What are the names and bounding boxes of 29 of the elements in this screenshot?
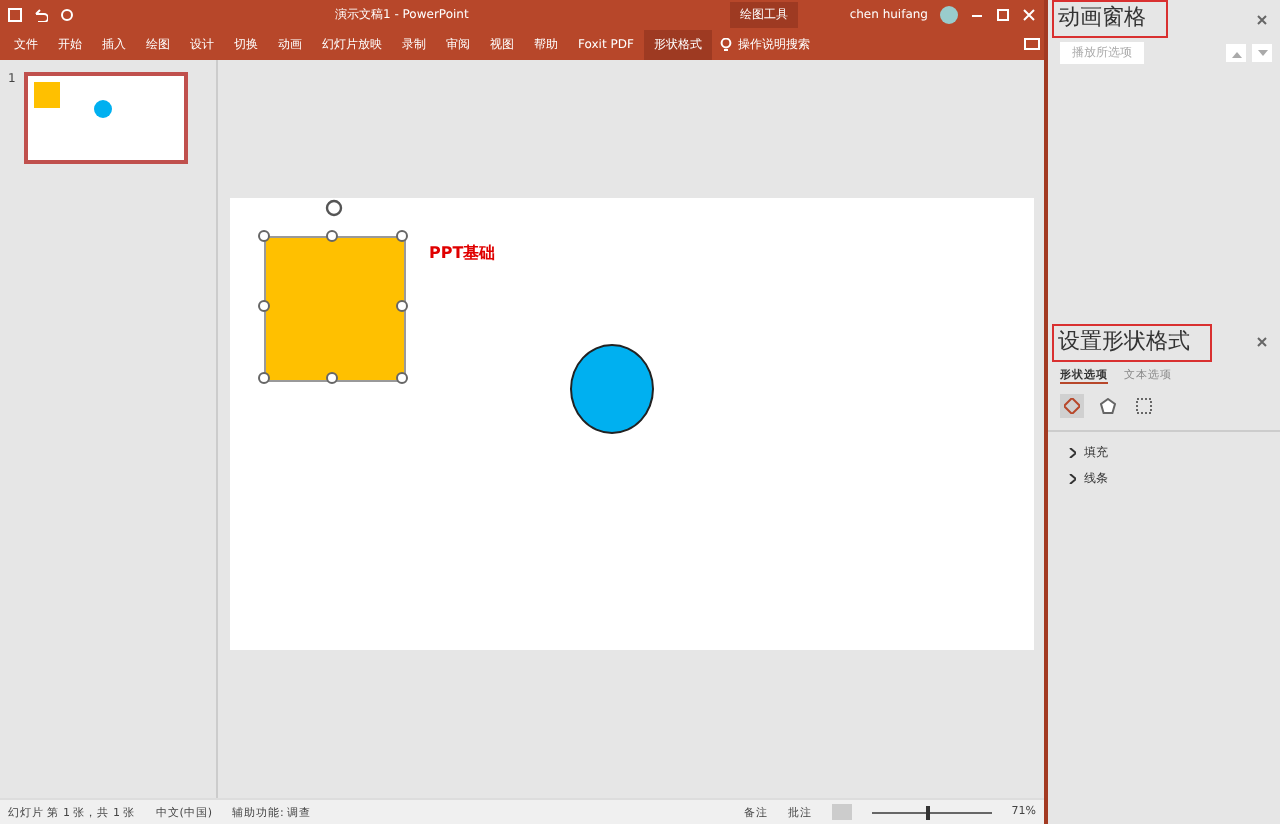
expand-icon[interactable] — [1068, 447, 1076, 458]
caret-up-icon — [1231, 49, 1241, 57]
pane-title: 动画窗格 — [1052, 0, 1168, 38]
resize-handle[interactable] — [395, 229, 407, 241]
circle-shape[interactable] — [569, 343, 653, 433]
pane-title: 设置形状格式 — [1052, 323, 1212, 362]
close-icon[interactable] — [1256, 336, 1268, 349]
pentagon-icon[interactable] — [1096, 393, 1120, 418]
square-shape[interactable] — [263, 235, 405, 381]
size-icon[interactable] — [1132, 393, 1156, 418]
close-icon[interactable] — [1256, 13, 1268, 25]
resize-handle[interactable] — [257, 299, 269, 311]
zoom-slider[interactable] — [871, 804, 992, 820]
resize-handle[interactable] — [257, 371, 269, 383]
comment-icon[interactable] — [1024, 37, 1040, 51]
slide-text: PPT基础 — [429, 241, 496, 263]
fill-line-icon[interactable] — [1060, 393, 1084, 418]
avatar-icon[interactable] — [940, 5, 958, 23]
lightbulb-icon — [719, 37, 732, 51]
maximize-icon[interactable] — [996, 7, 1010, 21]
caret-down-icon — [1257, 49, 1267, 57]
expand-icon[interactable] — [1068, 473, 1076, 484]
save-icon[interactable] — [8, 7, 22, 21]
undo-icon[interactable] — [34, 7, 48, 21]
resize-handle[interactable] — [325, 229, 337, 241]
zoom-thumb[interactable] — [925, 805, 930, 819]
resize-handle[interactable] — [257, 229, 269, 241]
rotate-handle-icon[interactable] — [323, 197, 343, 217]
slide-thumbnail[interactable] — [23, 72, 188, 164]
